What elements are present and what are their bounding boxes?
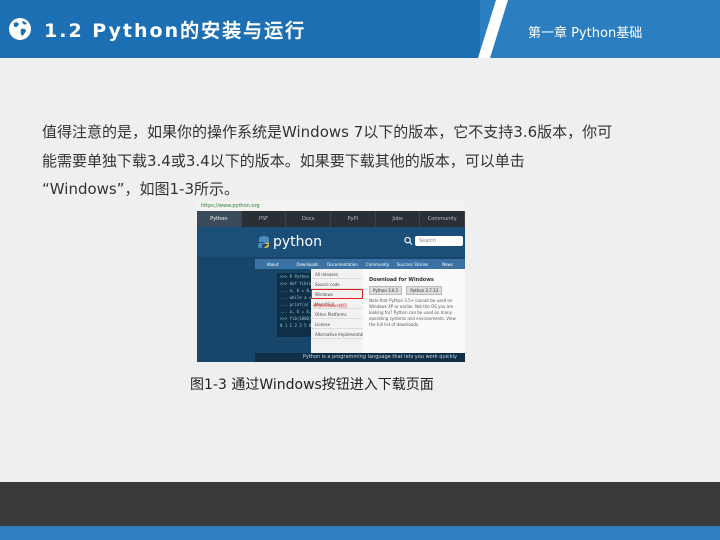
top-tab: PyPI [331,211,376,227]
footer-stripe [0,526,720,540]
menu-item[interactable]: Alternative Implementations [311,329,372,339]
annotation-note: 单击Windows按钮 [313,303,347,308]
site-tagline: Python is a programming language that le… [255,353,465,362]
download-button[interactable]: Python 3.6.1 [369,286,403,295]
address-bar: https://www.python.org [197,201,465,211]
python-logo-icon [258,236,269,248]
body-line: 值得注意的是，如果你的操作系统是Windows 7以下的版本，它不支持3.6版本… [42,123,613,141]
top-tab: Docs [286,211,332,227]
search-icon[interactable] [404,236,413,246]
menu-item[interactable]: Source code [311,279,363,289]
code-line: ... a, b = 0, 1 [280,288,311,293]
code-line: ... a, b = b, a+b [280,309,311,314]
code-line: ... print(a) [280,302,309,307]
chapter-title: 第一章 Python基础 [528,26,643,41]
footer-bar [0,482,720,526]
section-title: 1.2 Python的安装与运行 [44,20,307,42]
menu-item[interactable]: License [311,319,363,329]
nav-item[interactable]: Success Stories [395,259,430,269]
figure-caption: 图1-3 通过Windows按钮进入下载页面 [190,377,434,393]
python-website-screenshot: https://www.python.org Python PSF Docs P… [197,201,465,362]
panel-title: Download for Windows [369,277,434,283]
main-nav: About Downloads Documentation Community … [255,259,465,269]
nav-item-downloads[interactable]: Downloads [290,259,325,269]
top-tab: Python [197,211,242,227]
menu-item[interactable]: All releases [311,269,363,279]
top-tab: PSF [242,211,287,227]
code-line: >>> fib(1000) [280,316,311,321]
top-tab: Jobs [376,211,421,227]
download-button[interactable]: Python 2.7.13 [406,286,443,295]
code-line: ... while a < n: [280,295,311,300]
nav-item[interactable]: Community [360,259,395,269]
nav-item[interactable]: About [255,259,290,269]
code-sample: >>> # Python 3 >>> def fib(n): ... a, b … [277,273,311,337]
menu-item-windows[interactable]: Windows [311,289,363,299]
downloads-dropdown: All releases Source code Windows Mac OS … [311,269,372,353]
body-line: “Windows”，如图1-3所示。 [42,180,240,198]
menu-item[interactable]: Other Platforms [311,309,363,319]
search-input[interactable]: Search [415,236,463,246]
python-logo-text: python [273,234,322,250]
globe-icon [9,18,31,40]
panel-text: Note that Python 3.5+ cannot be used on … [369,298,456,327]
body-paragraph: 值得注意的是，如果你的操作系统是Windows 7以下的版本，它不支持3.6版本… [42,118,682,204]
code-line: 0 1 1 2 3 5 8 [280,323,311,328]
body-line: 能需要单独下载3.4或3.4以下的版本。如果要下载其他的版本，可以单击 [42,151,525,170]
code-line: >>> # Python 3 [280,274,311,279]
download-panel: Download for Windows Python 3.6.1 Python… [363,269,465,353]
nav-item[interactable]: News [430,259,465,269]
code-line: >>> def fib(n): [280,281,311,286]
nav-item[interactable]: Documentation [325,259,360,269]
top-tab: Community [420,211,465,227]
top-nav: Python PSF Docs PyPI Jobs Community [197,211,465,227]
